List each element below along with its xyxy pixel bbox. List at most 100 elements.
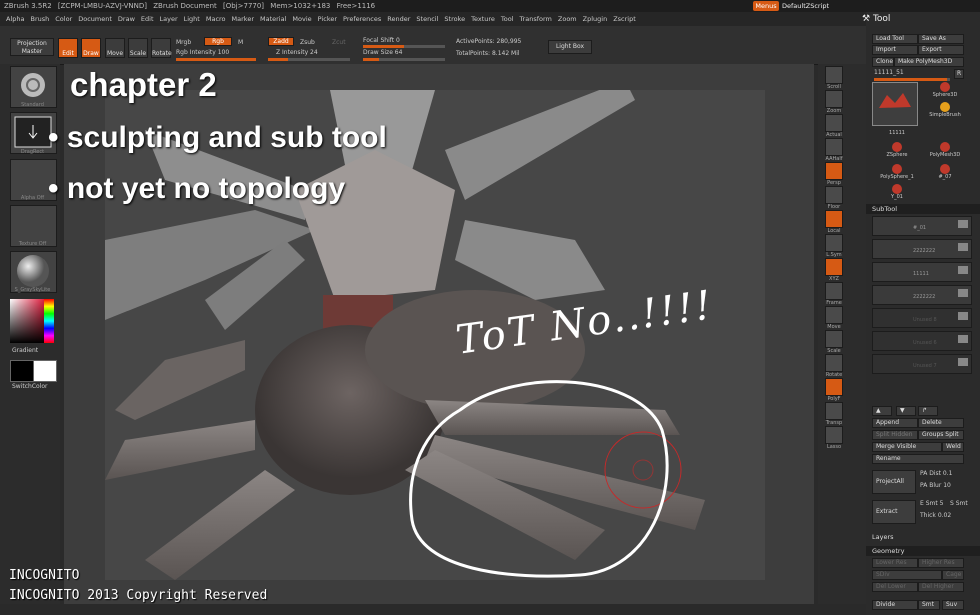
subtool-row[interactable]: Unused 6	[872, 331, 972, 351]
tool-slider[interactable]	[874, 78, 950, 81]
menu-item-draw[interactable]: Draw	[118, 15, 135, 23]
lower-res-button[interactable]: Lower Res	[872, 558, 918, 568]
frame-button[interactable]	[825, 282, 843, 300]
z-intensity-track[interactable]	[268, 58, 350, 61]
arrow-up-button[interactable]: ▲	[872, 406, 892, 416]
scale-button[interactable]	[825, 330, 843, 348]
m-button[interactable]: M	[238, 39, 243, 46]
subtool-row[interactable]: #_01	[872, 216, 972, 236]
rename-button[interactable]: Rename	[872, 454, 964, 464]
pa-blur-slider[interactable]: PA Blur 10	[920, 482, 951, 489]
arrow-down-button[interactable]: ▼	[896, 406, 916, 416]
visibility-eye-icon[interactable]	[958, 289, 968, 297]
visibility-eye-icon[interactable]	[958, 358, 968, 366]
subtool-row[interactable]: 11111	[872, 262, 972, 282]
move-button[interactable]: Move	[105, 38, 125, 58]
aahalf-button[interactable]	[825, 138, 843, 156]
merge-visible-button[interactable]: Merge Visible	[872, 442, 942, 452]
layers-header[interactable]: Layers	[866, 532, 980, 542]
menu-item-marker[interactable]: Marker	[232, 15, 254, 23]
export-button[interactable]: Export	[918, 45, 964, 55]
load-tool-button[interactable]: Load Tool	[872, 34, 918, 44]
project-all-button[interactable]: ProjectAll	[872, 470, 916, 494]
tool-item-1[interactable]: Sphere3D	[922, 92, 968, 98]
visibility-eye-icon[interactable]	[958, 220, 968, 228]
e-smt-slider[interactable]: E Smt 5	[920, 500, 943, 507]
cage-button[interactable]: Cage	[942, 570, 964, 580]
rgb-button[interactable]: Rgb	[204, 37, 232, 46]
menu-item-preferences[interactable]: Preferences	[343, 15, 381, 23]
menu-item-picker[interactable]: Picker	[318, 15, 337, 23]
tool-item-5[interactable]: PolySphere_1	[874, 174, 920, 180]
groups-split-button[interactable]: Groups Split	[918, 430, 964, 440]
zoom-button[interactable]	[825, 90, 843, 108]
menu-item-color[interactable]: Color	[55, 15, 72, 23]
rgb-intensity-track[interactable]	[176, 58, 256, 61]
menu-item-stencil[interactable]: Stencil	[416, 15, 438, 23]
rotate-button[interactable]: Rotate	[151, 38, 172, 58]
visibility-eye-icon[interactable]	[958, 312, 968, 320]
split-hidden-button[interactable]: Split Hidden	[872, 430, 918, 440]
xyz-button[interactable]	[825, 258, 843, 276]
focal-shift-track[interactable]	[363, 45, 445, 48]
thick-slider[interactable]: Thick 0.02	[920, 512, 951, 519]
menu-item-zscript[interactable]: Zscript	[613, 15, 636, 23]
pa-dist-slider[interactable]: PA Dist 0.1	[920, 470, 952, 477]
r-button[interactable]: R	[954, 69, 964, 79]
undo-arrow-button[interactable]: ↱	[918, 406, 938, 416]
append-button[interactable]: Append	[872, 418, 918, 428]
menu-item-zoom[interactable]: Zoom	[558, 15, 577, 23]
subtool-header[interactable]: SubTool	[866, 204, 980, 214]
move-button[interactable]	[825, 306, 843, 324]
suv-toggle[interactable]: Suv	[942, 600, 964, 610]
active-tool-thumbnail[interactable]	[872, 82, 918, 126]
subtool-row[interactable]: Unused 8	[872, 308, 972, 328]
s-smt-slider[interactable]: S Smt	[950, 500, 968, 507]
menu-item-texture[interactable]: Texture	[471, 15, 495, 23]
del-lower-button[interactable]: Del Lower	[872, 582, 918, 592]
sdiv-slider[interactable]: SDiv	[872, 570, 942, 580]
focal-shift-slider[interactable]: Focal Shift 0	[363, 37, 400, 44]
visibility-eye-icon[interactable]	[958, 243, 968, 251]
lasso-button[interactable]	[825, 426, 843, 444]
zadd-button[interactable]: Zadd	[268, 37, 294, 46]
color-picker[interactable]	[10, 299, 44, 343]
switch-color-button[interactable]: SwitchColor	[12, 383, 48, 390]
transp-button[interactable]	[825, 402, 843, 420]
tool-item-3[interactable]: ZSphere	[874, 152, 920, 158]
menu-item-render[interactable]: Render	[387, 15, 410, 23]
del-higher-button[interactable]: Del Higher	[918, 582, 964, 592]
delete-button[interactable]: Delete	[918, 418, 964, 428]
rgb-intensity-slider[interactable]: Rgb Intensity 100	[176, 49, 229, 56]
tool-item-0[interactable]: 11111	[874, 130, 920, 136]
save-as-button[interactable]: Save As	[918, 34, 964, 44]
higher-res-button[interactable]: Higher Res	[918, 558, 964, 568]
light-box-button[interactable]: Light Box	[548, 40, 592, 54]
weld-toggle[interactable]: Weld	[942, 442, 964, 452]
actual-button[interactable]	[825, 114, 843, 132]
projection-master-button[interactable]: Projection Master	[10, 38, 54, 56]
menu-item-brush[interactable]: Brush	[30, 15, 49, 23]
tool-item-7[interactable]: Y_01	[874, 194, 920, 200]
menu-item-material[interactable]: Material	[260, 15, 286, 23]
gradient-label[interactable]: Gradient	[12, 347, 38, 354]
menu-item-edit[interactable]: Edit	[141, 15, 154, 23]
zcut-button[interactable]: Zcut	[332, 39, 346, 46]
geometry-header[interactable]: Geometry	[866, 546, 980, 556]
scale-button[interactable]: Scale	[128, 38, 148, 58]
z-intensity-slider[interactable]: Z Intensity 24	[276, 49, 318, 56]
mrgb-button[interactable]: Mrgb	[176, 39, 191, 46]
draw-size-track[interactable]	[363, 58, 445, 61]
subtool-row[interactable]: Unused 7	[872, 354, 972, 374]
draw-size-slider[interactable]: Draw Size 64	[363, 49, 402, 56]
script-label[interactable]: DefaultZScript	[782, 1, 829, 11]
menu-item-document[interactable]: Document	[78, 15, 112, 23]
menu-item-macro[interactable]: Macro	[206, 15, 226, 23]
smt-toggle[interactable]: Smt	[918, 600, 940, 610]
zsub-button[interactable]: Zsub	[300, 39, 315, 46]
l-sym-button[interactable]	[825, 234, 843, 252]
menu-item-light[interactable]: Light	[184, 15, 200, 23]
main-color-swatch[interactable]	[33, 360, 57, 382]
tool-item-4[interactable]: PolyMesh3D	[922, 152, 968, 158]
subtool-row[interactable]: 2222222	[872, 285, 972, 305]
